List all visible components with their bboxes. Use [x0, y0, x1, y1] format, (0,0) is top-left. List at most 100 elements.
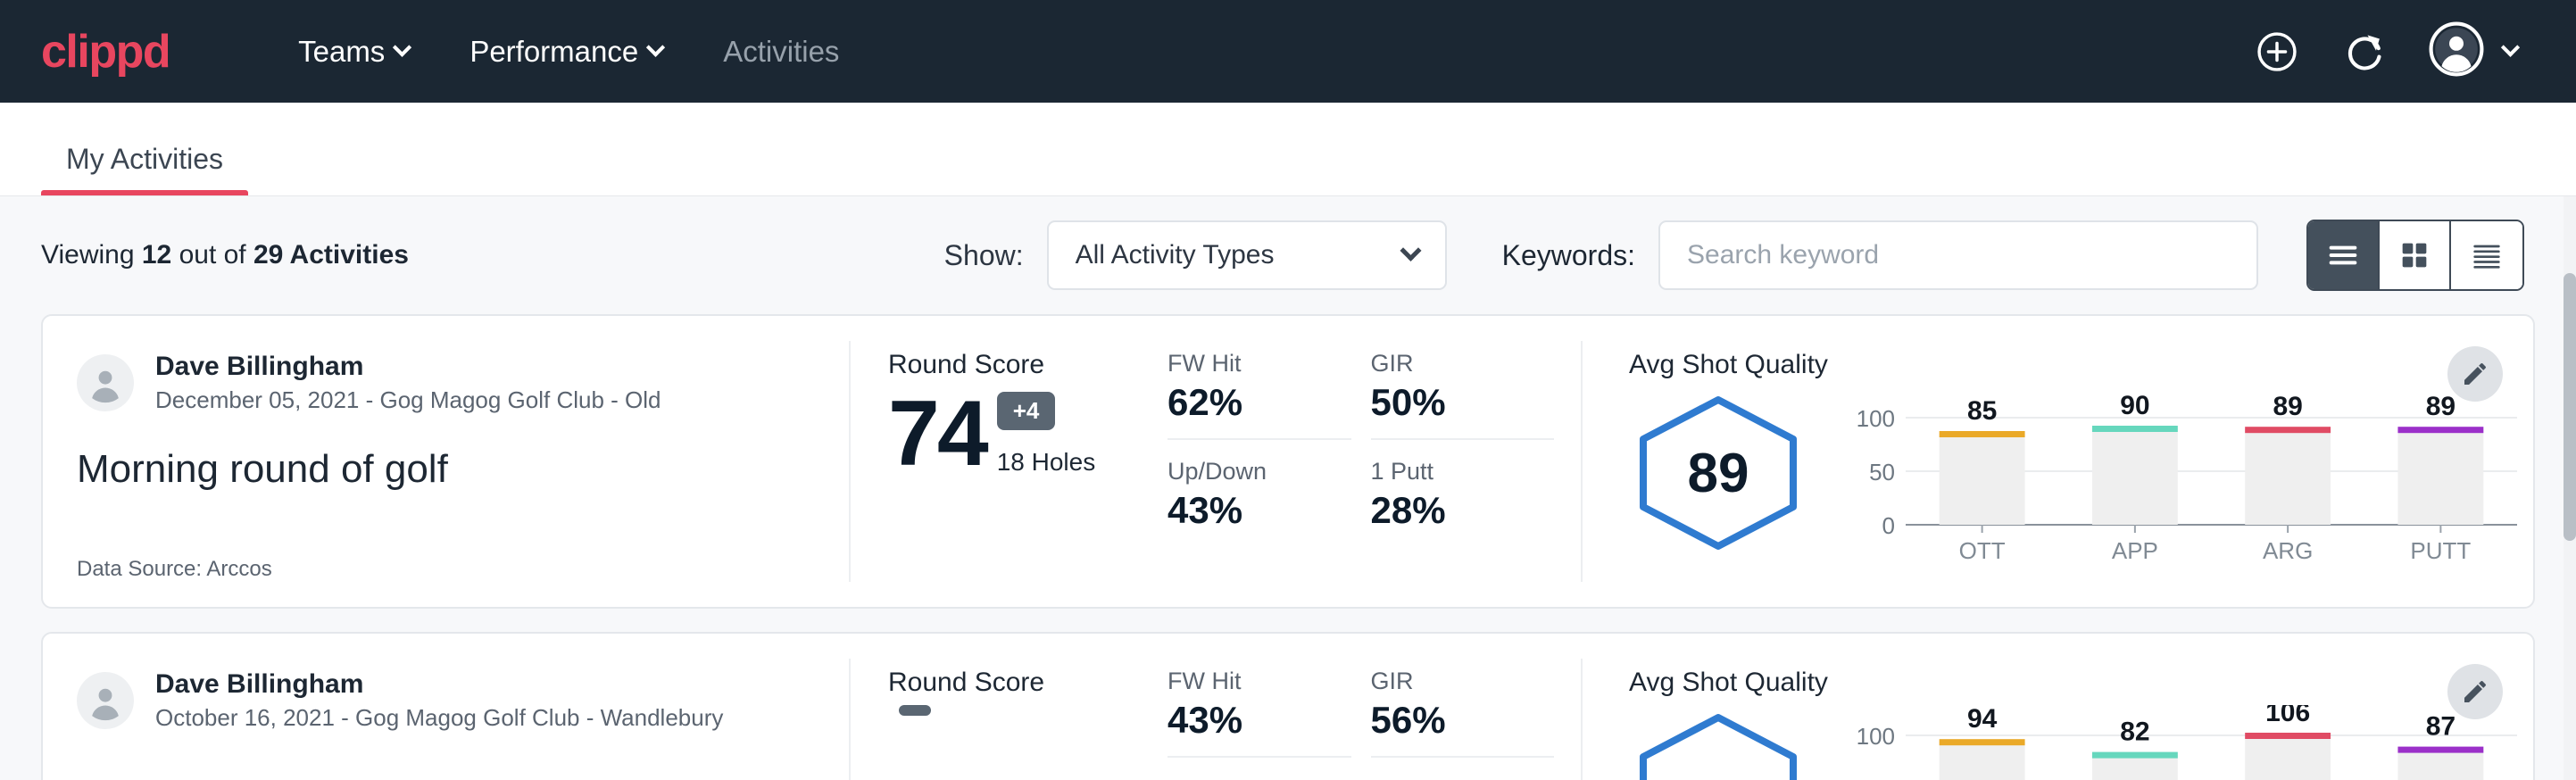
- main-nav: Teams Performance Activities: [268, 26, 869, 78]
- top-navigation-bar: clippd Teams Performance Activities: [0, 0, 2576, 103]
- view-grid-button[interactable]: [2380, 221, 2451, 289]
- viewing-count-text: Viewing 12 out of 29 Activities: [41, 240, 409, 270]
- stat-value: 28%: [1371, 489, 1532, 532]
- svg-text:PUTT: PUTT: [2410, 537, 2471, 564]
- score-badge: +4: [997, 392, 1056, 430]
- person-row: Dave Billingham December 05, 2021 - Gog …: [77, 350, 813, 415]
- quality-hexagon: 89: [1629, 393, 1807, 553]
- svg-text:APP: APP: [2112, 537, 2158, 564]
- nav-actions: [2254, 21, 2535, 81]
- round-score-label: Round Score: [888, 668, 1168, 698]
- person-text: Dave Billingham December 05, 2021 - Gog …: [155, 350, 661, 415]
- activity-type-select[interactable]: All Activity Types: [1047, 220, 1447, 290]
- chevron-down-icon: [393, 38, 411, 57]
- svg-text:ARG: ARG: [2263, 537, 2313, 564]
- chevron-down-icon: [2501, 38, 2520, 57]
- activities-toolbar: Viewing 12 out of 29 Activities Show: Al…: [41, 196, 2535, 314]
- view-list-button[interactable]: [2308, 221, 2380, 289]
- nav-item-label: Performance: [469, 35, 638, 69]
- stat-value: 43%: [1168, 489, 1328, 532]
- stat-value: 56%: [1371, 699, 1532, 742]
- nav-item-performance[interactable]: Performance: [439, 26, 693, 78]
- nav-item-label: Activities: [723, 35, 839, 69]
- score-side: +4 18 Holes: [997, 392, 1096, 480]
- avatar: [77, 672, 134, 729]
- stat-label: 1 Putt: [1371, 458, 1532, 485]
- brand-logo[interactable]: clippd: [41, 29, 170, 75]
- avg-shot-quality-label: Avg Shot Quality: [1629, 350, 2533, 380]
- edit-activity-button[interactable]: [2447, 346, 2503, 402]
- viewing-total: 29 Activities: [253, 240, 409, 270]
- svg-text:100: 100: [1857, 405, 1895, 432]
- score-badge: [899, 705, 931, 716]
- stats-grid: FW Hit 43% GIR 56%: [1168, 659, 1583, 780]
- stat-one-putt: [1371, 758, 1555, 779]
- toolbar-controls: Show: All Activity Types Keywords:: [944, 220, 2524, 291]
- svg-text:87: 87: [2426, 712, 2456, 742]
- score-side: [899, 705, 931, 737]
- activities-content: Viewing 12 out of 29 Activities Show: Al…: [0, 196, 2576, 780]
- quality-body: 05010094OTT82APP106ARG87PUTT: [1629, 705, 2533, 780]
- svg-text:OTT: OTT: [1959, 537, 2006, 564]
- avatar-icon: [2429, 21, 2484, 81]
- activity-card[interactable]: Dave Billingham December 05, 2021 - Gog …: [41, 314, 2535, 609]
- viewing-middle: out of: [171, 240, 253, 270]
- round-score-row: [888, 705, 1168, 737]
- shot-quality-chart: 05010085OTT90APP89ARG89PUTT: [1850, 387, 2533, 566]
- content-scrollbar[interactable]: [2564, 196, 2576, 780]
- svg-text:50: 50: [1869, 776, 1895, 780]
- activity-meta: October 16, 2021 - Gog Magog Golf Club -…: [155, 703, 723, 734]
- svg-text:89: 89: [2426, 392, 2456, 421]
- activity-type-value: All Activity Types: [1076, 240, 1275, 270]
- avg-shot-quality-section: Avg Shot Quality 05010094OTT82APP106ARG8…: [1583, 659, 2533, 780]
- account-menu[interactable]: [2429, 21, 2517, 81]
- stat-fw-hit: FW Hit 43%: [1168, 668, 1351, 758]
- stat-label: GIR: [1371, 668, 1532, 695]
- data-source: Data Source: Arccos: [77, 557, 813, 582]
- chevron-down-icon: [1400, 239, 1421, 261]
- svg-text:94: 94: [1967, 705, 1998, 734]
- stat-value: 62%: [1168, 381, 1328, 424]
- nav-item-teams[interactable]: Teams: [268, 26, 439, 78]
- round-score-label: Round Score: [888, 350, 1168, 380]
- activity-meta: December 05, 2021 - Gog Magog Golf Club …: [155, 386, 661, 416]
- quality-hexagon: [1629, 710, 1807, 780]
- nav-item-label: Teams: [298, 35, 385, 69]
- stat-label: GIR: [1371, 350, 1532, 378]
- stat-label: Up/Down: [1168, 458, 1328, 485]
- svg-text:90: 90: [2120, 391, 2149, 420]
- round-score-section: Round Score: [851, 659, 1168, 780]
- tab-label: My Activities: [66, 143, 223, 175]
- refresh-icon[interactable]: [2341, 29, 2388, 75]
- holes-label: 18 Holes: [997, 448, 1096, 477]
- avg-shot-quality-label: Avg Shot Quality: [1629, 668, 2533, 698]
- stat-value: 43%: [1168, 699, 1328, 742]
- stat-gir: GIR 50%: [1371, 350, 1555, 440]
- stat-label: FW Hit: [1168, 668, 1328, 695]
- round-score-value: 74: [888, 387, 986, 480]
- round-score-section: Round Score 74 +4 18 Holes: [851, 341, 1168, 582]
- view-mode-toggle: [2306, 220, 2524, 291]
- svg-text:89: 89: [2273, 392, 2302, 421]
- search-input[interactable]: [1658, 220, 2258, 290]
- keywords-label: Keywords:: [1502, 239, 1635, 272]
- activity-card[interactable]: Dave Billingham October 16, 2021 - Gog M…: [41, 632, 2535, 780]
- stats-grid: FW Hit 62% GIR 50% Up/Down 43% 1 Putt 28…: [1168, 341, 1583, 582]
- stat-up-down: [1168, 758, 1351, 779]
- tab-my-activities[interactable]: My Activities: [41, 143, 248, 195]
- scrollbar-thumb[interactable]: [2564, 273, 2576, 541]
- plus-circle-icon[interactable]: [2254, 29, 2300, 75]
- person-name: Dave Billingham: [155, 350, 661, 384]
- svg-text:100: 100: [1857, 723, 1895, 750]
- stat-value: 50%: [1371, 381, 1532, 424]
- stat-fw-hit: FW Hit 62%: [1168, 350, 1351, 440]
- svg-text:85: 85: [1967, 396, 1997, 426]
- stat-gir: GIR 56%: [1371, 668, 1555, 758]
- quality-score-value: 89: [1629, 393, 1807, 553]
- edit-activity-button[interactable]: [2447, 664, 2503, 719]
- nav-item-activities[interactable]: Activities: [693, 26, 869, 78]
- view-compact-button[interactable]: [2451, 221, 2522, 289]
- viewing-count: 12: [142, 240, 171, 270]
- svg-text:50: 50: [1869, 459, 1895, 485]
- chevron-down-icon: [646, 38, 665, 57]
